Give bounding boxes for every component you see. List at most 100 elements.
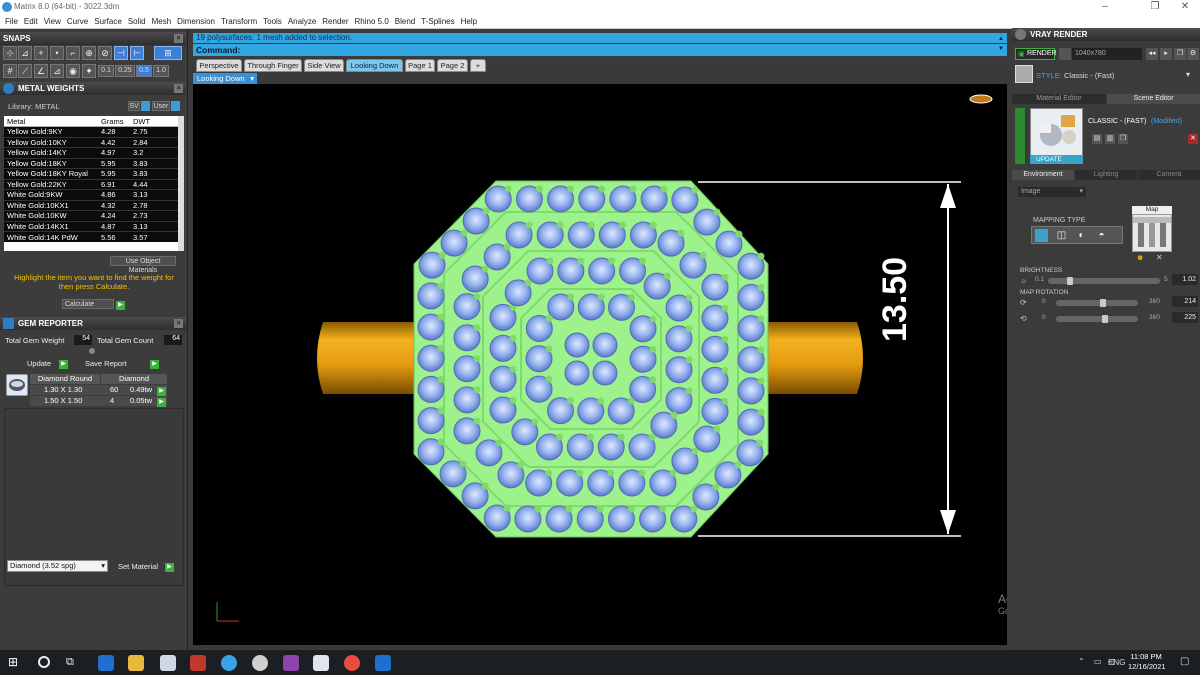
- app-icon-3[interactable]: [252, 655, 268, 671]
- table-row[interactable]: White Gold:10KX1 4.32 2.78: [4, 199, 178, 211]
- menu-surface[interactable]: Surface: [94, 17, 122, 26]
- snap-value-2[interactable]: 0.25: [115, 65, 135, 77]
- snap-eye-icon[interactable]: ◉: [66, 64, 80, 78]
- table-row[interactable]: Yellow Gold:18KY 5.95 3.83: [4, 157, 178, 169]
- copy-preset-icon[interactable]: ❐: [1118, 134, 1128, 144]
- mapping-sphere-icon[interactable]: ◐: [1075, 229, 1088, 242]
- map-thumbnail[interactable]: [1132, 214, 1172, 252]
- table-row[interactable]: White Gold:14K PdW 5.56 3.57: [4, 231, 178, 242]
- table-row[interactable]: White Gold:14KX1 4.87 3.13: [4, 220, 178, 232]
- app-icon-4[interactable]: [283, 655, 299, 671]
- table-row[interactable]: White Gold:10KW 4.24 2.73: [4, 210, 178, 221]
- edge-icon[interactable]: [98, 655, 114, 671]
- rotation-slider-1[interactable]: [1056, 300, 1138, 306]
- command-input[interactable]: Command:: [193, 44, 1007, 56]
- menu-view[interactable]: View: [44, 17, 61, 26]
- command-scroll-icon[interactable]: ▲ ▼: [996, 34, 1006, 54]
- snap-mid-icon[interactable]: •: [50, 46, 64, 60]
- snap-quad-icon[interactable]: ⊢: [130, 46, 144, 60]
- zoom-icon[interactable]: [375, 655, 391, 671]
- settings-icon[interactable]: ⚙: [1187, 48, 1199, 60]
- gem-row-go-icon[interactable]: ▶: [157, 396, 166, 407]
- resolution-icon[interactable]: [1059, 48, 1071, 60]
- map-sun-icon[interactable]: ☻: [1136, 253, 1146, 262]
- menu-rhino[interactable]: Rhino 5.0: [355, 17, 389, 26]
- menu-mesh[interactable]: Mesh: [152, 17, 172, 26]
- restore-button[interactable]: ❐: [1140, 0, 1170, 14]
- snap-value-4[interactable]: 1.0: [153, 65, 169, 77]
- tab-page-1[interactable]: Page 1: [405, 59, 435, 72]
- menu-curve[interactable]: Curve: [67, 17, 88, 26]
- table-row[interactable]: Yellow Gold:22KY 6.91 4.44: [4, 178, 178, 190]
- snap-vertex-icon[interactable]: ⟋: [18, 64, 32, 78]
- snap-cen-icon[interactable]: ⌐: [66, 46, 80, 60]
- mapping-dome-icon[interactable]: ◓: [1095, 229, 1108, 242]
- snap-value-3[interactable]: 0.5: [136, 65, 152, 77]
- calculate-go-button[interactable]: ▶: [116, 299, 125, 310]
- menu-help[interactable]: Help: [461, 17, 477, 26]
- update-preview-button[interactable]: UPDATE: [1030, 156, 1083, 164]
- map-clear-icon[interactable]: ✕: [1156, 253, 1166, 262]
- use-object-materials-button[interactable]: Use Object Materials: [110, 256, 176, 274]
- calculate-select[interactable]: Calculate: [62, 299, 114, 309]
- rotation-slider-1-knob[interactable]: [1100, 299, 1106, 307]
- tab-material-editor[interactable]: Material Editor: [1012, 94, 1106, 104]
- search-icon[interactable]: [38, 656, 50, 668]
- brightness-value[interactable]: 1.02: [1172, 274, 1198, 285]
- snap-point-icon[interactable]: +: [34, 46, 48, 60]
- snap-near-icon[interactable]: ⊿: [18, 46, 32, 60]
- snap-curve-icon[interactable]: ∠: [34, 64, 48, 78]
- file-explorer-icon[interactable]: [128, 655, 144, 671]
- snap-onsrf-icon[interactable]: ⊿: [50, 64, 64, 78]
- snap-tan-icon[interactable]: ⊣: [114, 46, 128, 60]
- menu-edit[interactable]: Edit: [24, 17, 38, 26]
- table-row[interactable]: Yellow Gold:14KY 4.97 3.2: [4, 147, 178, 158]
- preset-strip[interactable]: [1015, 108, 1025, 164]
- tab-environment[interactable]: Environment: [1012, 170, 1074, 180]
- tab-page-2[interactable]: Page 2: [437, 59, 468, 72]
- windows-start-icon[interactable]: ⊞: [8, 656, 18, 668]
- rotation-slider-2[interactable]: [1056, 316, 1138, 322]
- network-icon[interactable]: ▭: [1094, 657, 1102, 666]
- gem-row[interactable]: 1.30 X 1.30 60 0.49tw: [30, 385, 167, 395]
- snap-knot-icon[interactable]: #: [3, 64, 17, 78]
- app-icon-2[interactable]: [190, 655, 206, 671]
- viewport[interactable]: 13.50 Activate Windows Go to Settings to…: [193, 84, 1007, 645]
- table-row[interactable]: White Gold:9KW 4.86 3.13: [4, 189, 178, 200]
- menu-solid[interactable]: Solid: [128, 17, 146, 26]
- tab-add[interactable]: +: [470, 59, 486, 72]
- app-icon-1[interactable]: [160, 655, 176, 671]
- snap-int-icon[interactable]: ⊕: [82, 46, 96, 60]
- mapping-plane-icon[interactable]: [1035, 229, 1048, 242]
- notifications-icon[interactable]: ▢: [1180, 656, 1189, 667]
- save-preset-icon[interactable]: ▤: [1092, 134, 1102, 144]
- tab-looking-down[interactable]: Looking Down: [346, 59, 403, 72]
- material-select[interactable]: Diamond (3.52 spg) ▾: [7, 560, 108, 572]
- menu-transform[interactable]: Transform: [221, 17, 257, 26]
- column-header[interactable]: Metal: [4, 116, 98, 127]
- user-toggle[interactable]: [171, 101, 180, 111]
- menu-tsplines[interactable]: T-Splines: [421, 17, 454, 26]
- table-row[interactable]: Yellow Gold:9KY 4.28 2.75: [4, 126, 178, 137]
- snap-grid-icon[interactable]: ⊞: [154, 46, 182, 60]
- rotation-value-1[interactable]: 214: [1172, 296, 1198, 307]
- table-row[interactable]: Yellow Gold:18KY Royal 5.95 3.83: [4, 168, 178, 179]
- sv-button[interactable]: SV: [128, 101, 140, 111]
- render-button[interactable]: ▣ RENDER: [1015, 48, 1057, 60]
- snap-end-icon[interactable]: ⊹: [3, 46, 17, 60]
- update-go-icon[interactable]: ▶: [59, 358, 68, 369]
- copy-icon[interactable]: ❐: [1174, 48, 1186, 60]
- snap-project-icon[interactable]: ✦: [82, 64, 96, 78]
- clock[interactable]: 11:08 PM 12/16/2021: [1128, 652, 1166, 672]
- brightness-slider[interactable]: [1048, 278, 1160, 284]
- tray-chevron-icon[interactable]: ⌃: [1078, 657, 1085, 666]
- sv-toggle[interactable]: [141, 101, 150, 111]
- close-icon[interactable]: ×: [174, 34, 183, 43]
- environment-type-select[interactable]: Image ▾: [1018, 187, 1086, 197]
- splitter-handle[interactable]: [89, 348, 95, 354]
- menu-analyze[interactable]: Analyze: [288, 17, 316, 26]
- tab-perspective[interactable]: Perspective: [196, 59, 242, 72]
- rotation-slider-2-knob[interactable]: [1102, 315, 1108, 323]
- menu-file[interactable]: File: [5, 17, 18, 26]
- column-header[interactable]: DWT: [130, 116, 178, 127]
